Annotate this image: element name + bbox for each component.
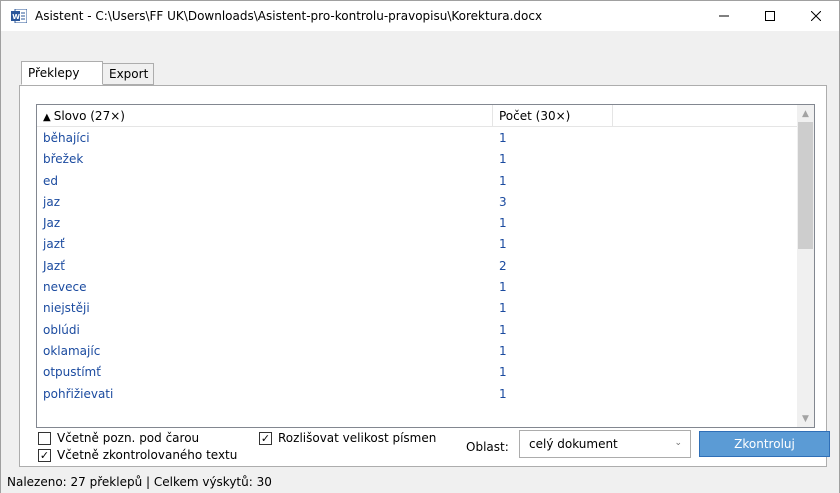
list-item[interactable]: oblúdi 1 bbox=[37, 319, 797, 340]
cell-count: 1 bbox=[499, 152, 507, 167]
list-item[interactable]: jazť 1 bbox=[37, 233, 797, 254]
column-word-label: Slovo (27×) bbox=[53, 109, 125, 123]
cell-word: oklamajíc bbox=[43, 343, 101, 358]
cell-word: pohřižievati bbox=[43, 386, 114, 401]
list-item[interactable]: jaz 3 bbox=[37, 191, 797, 212]
footnotes-label: Včetně pozn. pod čarou bbox=[57, 431, 200, 445]
oblast-value: celý dokument bbox=[529, 437, 618, 451]
case-sensitive-label: Rozlišovat velikost písmen bbox=[278, 431, 437, 445]
oblast-select[interactable]: celý dokument ⌄ bbox=[519, 430, 691, 458]
minimize-button[interactable] bbox=[701, 1, 747, 31]
scroll-down-icon[interactable]: ▼ bbox=[797, 410, 814, 427]
cell-count: 1 bbox=[499, 386, 507, 401]
close-button[interactable] bbox=[793, 1, 839, 31]
maximize-button[interactable] bbox=[747, 1, 793, 31]
list-item[interactable]: niejstěji 1 bbox=[37, 297, 797, 318]
checked-text-checkbox[interactable]: ✓ Včetně zkontrolovaného textu bbox=[38, 448, 237, 462]
scroll-up-icon[interactable]: ▲ bbox=[797, 105, 814, 122]
cell-word: Jazť bbox=[43, 258, 65, 273]
sort-asc-icon: ▲ bbox=[43, 112, 51, 123]
cell-word: otpustímť bbox=[43, 365, 101, 380]
list-item[interactable]: Jaz 1 bbox=[37, 212, 797, 233]
tab-preklepy[interactable]: Překlepy bbox=[21, 61, 103, 85]
typo-list[interactable]: ▲ Slovo (27×) Počet (30×) běhajíci 1 břeže… bbox=[36, 104, 815, 428]
cell-word: nevece bbox=[43, 280, 87, 295]
cell-word: jazť bbox=[43, 237, 65, 252]
tab-panel: ▲ Slovo (27×) Počet (30×) běhajíci 1 břeže… bbox=[19, 85, 830, 467]
list-item[interactable]: pohřižievati 1 bbox=[37, 383, 797, 404]
cell-word: ed bbox=[43, 173, 58, 188]
list-item[interactable]: běhajíci 1 bbox=[37, 127, 797, 148]
cell-count: 1 bbox=[499, 173, 507, 188]
cell-count: 1 bbox=[499, 343, 507, 358]
checkmark-icon[interactable]: ✓ bbox=[38, 448, 51, 462]
svg-text:W: W bbox=[12, 13, 20, 21]
cell-word: oblúdi bbox=[43, 322, 80, 337]
status-bar: Nalezeno: 27 překlepů | Celkem výskytů: … bbox=[1, 471, 839, 493]
list-item[interactable]: oklamajíc 1 bbox=[37, 340, 797, 361]
app-window: W Asistent - C:\Users\FF UK\Downloads\As… bbox=[0, 0, 840, 493]
cell-word: běhajíci bbox=[43, 131, 90, 145]
list-rows: běhajíci 1 břežek 1 ed 1 jaz 3 Jaz 1 jazť 1 Ja… bbox=[37, 127, 797, 404]
list-item[interactable]: Jazť 2 bbox=[37, 255, 797, 276]
cell-count: 3 bbox=[499, 194, 507, 209]
window-title: Asistent - C:\Users\FF UK\Downloads\Asis… bbox=[35, 9, 543, 23]
cell-count: 1 bbox=[499, 365, 507, 380]
title-bar: W Asistent - C:\Users\FF UK\Downloads\As… bbox=[1, 1, 839, 31]
cell-count: 1 bbox=[499, 216, 507, 231]
cell-count: 1 bbox=[499, 237, 507, 252]
footnotes-checkbox[interactable]: Včetně pozn. pod čarou bbox=[38, 431, 199, 445]
chevron-down-icon: ⌄ bbox=[674, 438, 682, 448]
column-header-count[interactable]: Počet (30×) bbox=[493, 105, 613, 127]
list-item[interactable]: břežek 1 bbox=[37, 148, 797, 169]
cell-count: 2 bbox=[499, 258, 507, 273]
list-header: ▲ Slovo (27×) Počet (30×) bbox=[37, 105, 797, 127]
tab-export[interactable]: Export bbox=[102, 63, 154, 85]
checkmark-icon[interactable]: ✓ bbox=[259, 431, 272, 445]
cell-word: Jaz bbox=[43, 216, 61, 231]
maximize-icon bbox=[765, 11, 775, 21]
list-item[interactable]: ed 1 bbox=[37, 170, 797, 191]
vertical-scrollbar[interactable]: ▲ ▼ bbox=[797, 105, 814, 427]
cell-word: jaz bbox=[43, 194, 60, 209]
cell-count: 1 bbox=[499, 280, 507, 295]
cell-count: 1 bbox=[499, 322, 507, 337]
check-button[interactable]: Zkontroluj bbox=[699, 431, 830, 457]
cell-word: niejstěji bbox=[43, 301, 90, 316]
minimize-icon bbox=[719, 15, 729, 17]
word-icon: W bbox=[11, 9, 27, 23]
list-item[interactable]: nevece 1 bbox=[37, 276, 797, 297]
list-item[interactable]: otpustímť 1 bbox=[37, 361, 797, 382]
cell-count: 1 bbox=[499, 131, 507, 145]
oblast-label: Oblast: bbox=[466, 440, 509, 454]
checked-text-label: Včetně zkontrolovaného textu bbox=[57, 448, 238, 462]
scroll-thumb[interactable] bbox=[798, 122, 813, 249]
checkbox-box[interactable] bbox=[38, 431, 51, 445]
close-icon bbox=[811, 11, 821, 21]
case-sensitive-checkbox[interactable]: ✓ Rozlišovat velikost písmen bbox=[259, 431, 436, 445]
column-header-word[interactable]: ▲ Slovo (27×) bbox=[37, 105, 493, 127]
cell-count: 1 bbox=[499, 301, 507, 316]
cell-word: břežek bbox=[43, 152, 84, 167]
